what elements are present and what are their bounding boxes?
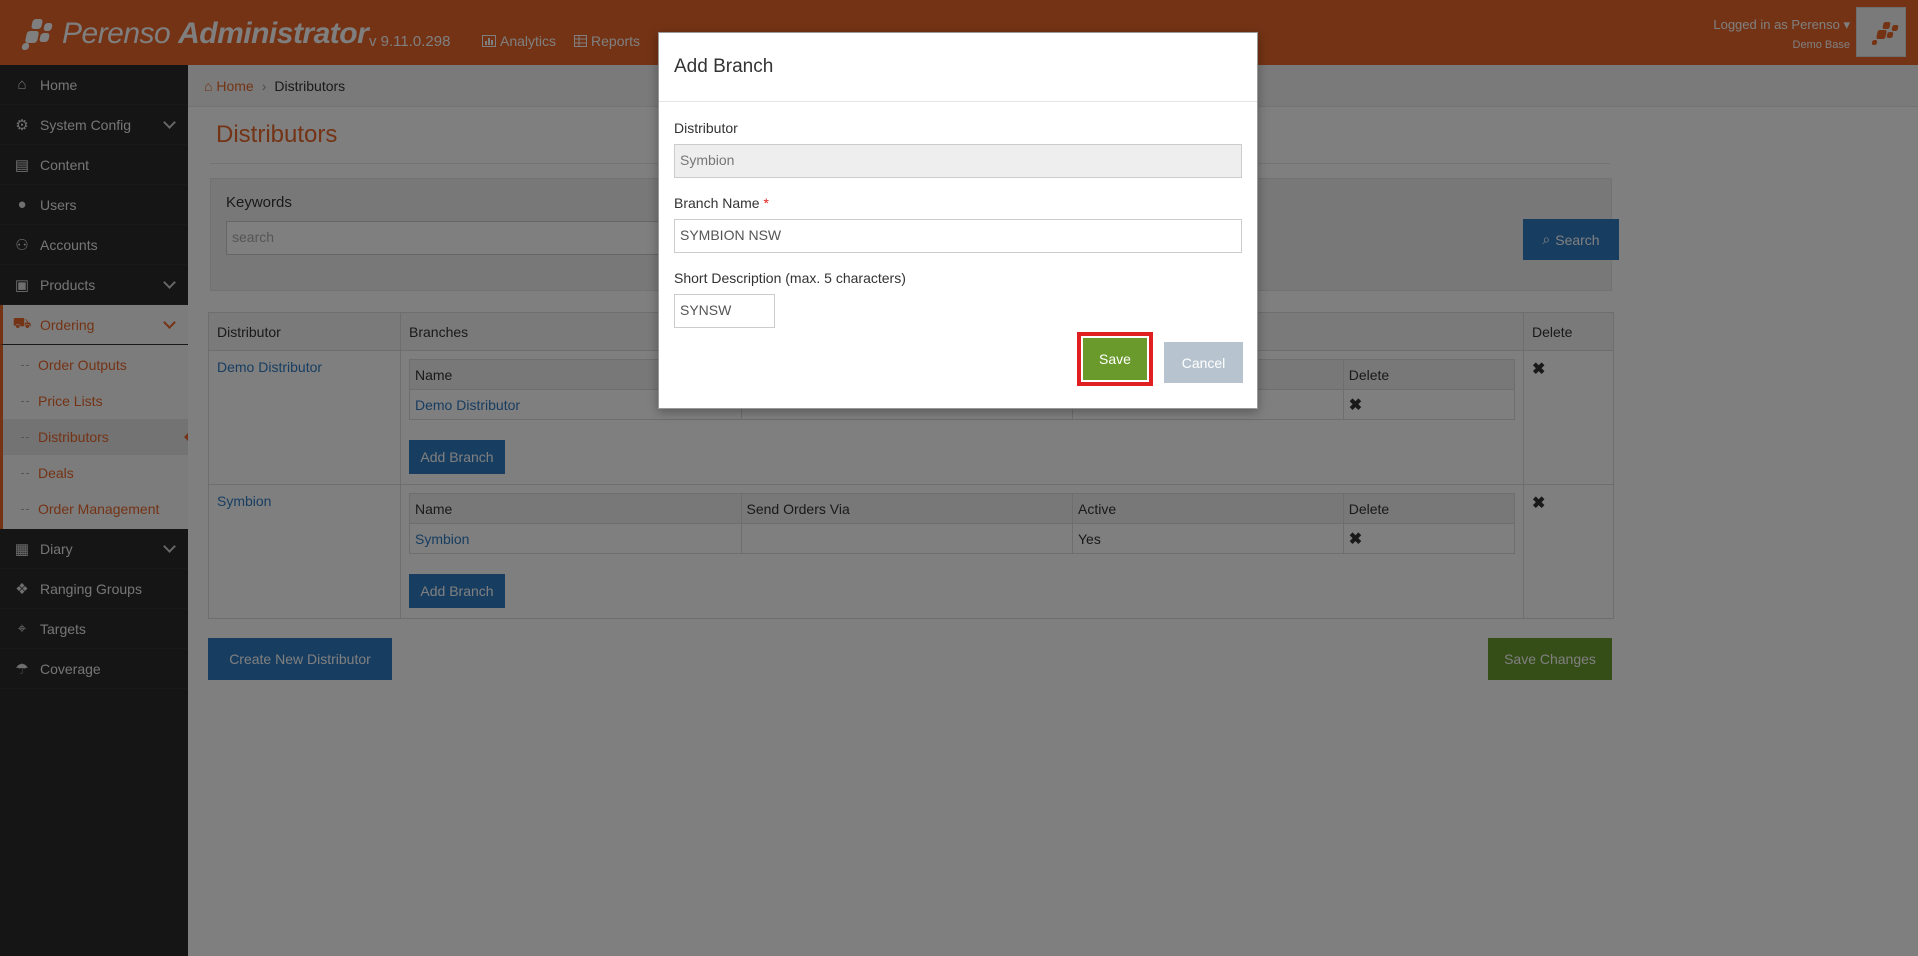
add-branch-dialog: Add Branch Distributor Symbion Branch Na… bbox=[658, 32, 1258, 409]
branch-name-field[interactable]: SYMBION NSW bbox=[674, 219, 1242, 253]
cancel-button[interactable]: Cancel bbox=[1164, 342, 1243, 383]
branch-name-label-text: Branch Name bbox=[674, 195, 760, 211]
branch-name-label: Branch Name * bbox=[674, 195, 769, 211]
short-description-field[interactable]: SYNSW bbox=[674, 294, 775, 328]
required-mark: * bbox=[763, 195, 769, 211]
short-description-label: Short Description (max. 5 characters) bbox=[674, 270, 906, 286]
distributor-field: Symbion bbox=[674, 144, 1242, 178]
distributor-label: Distributor bbox=[674, 120, 738, 136]
dialog-title: Add Branch bbox=[659, 33, 1257, 102]
save-button[interactable]: Save bbox=[1077, 332, 1153, 386]
